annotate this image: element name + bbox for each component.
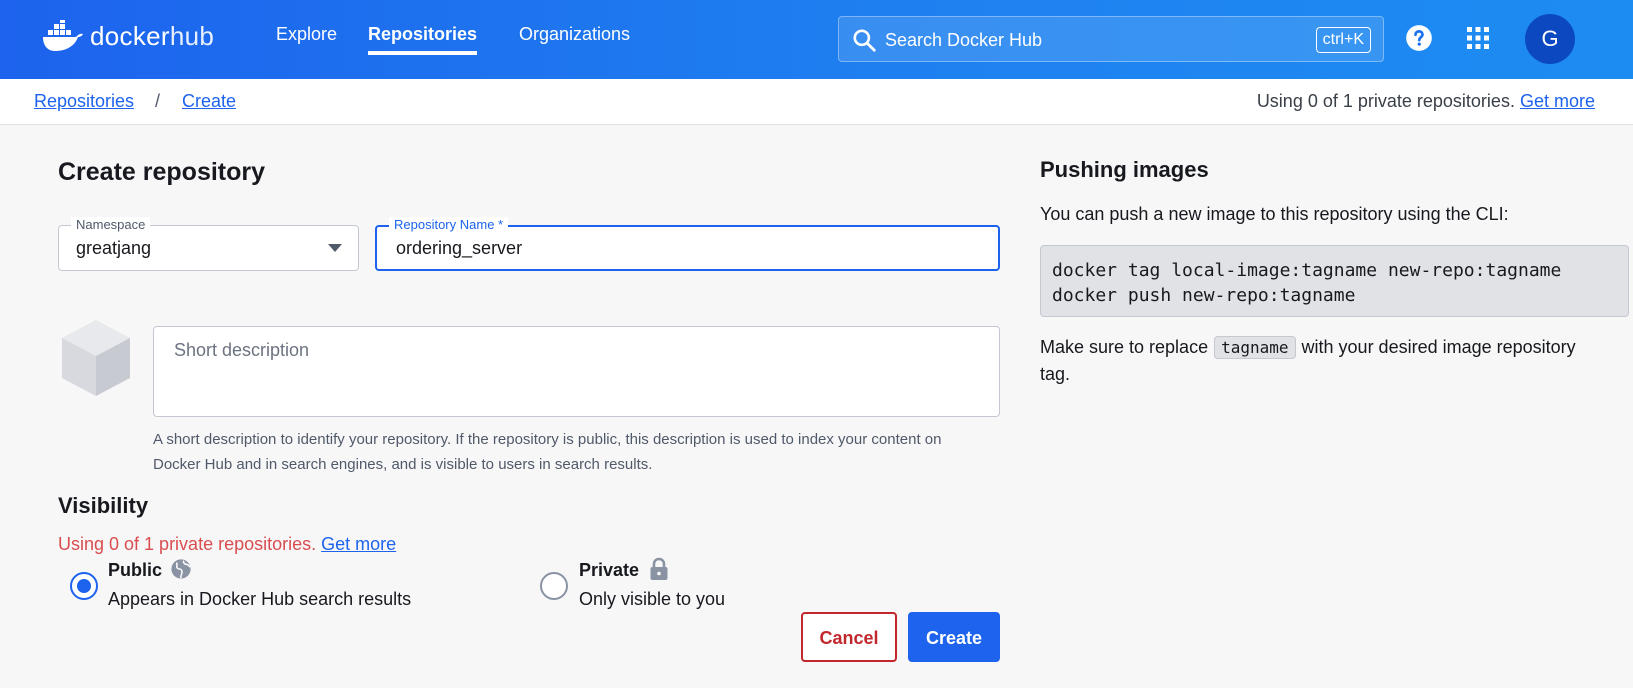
private-option-description: Only visible to you <box>579 589 726 609</box>
visibility-usage-text: Using 0 of 1 private repositories. <box>58 534 317 554</box>
namespace-value: greatjang <box>76 238 152 258</box>
tagname-note: Make sure to replace tagname with your des… <box>1040 334 1610 387</box>
repository-cube-icon <box>62 320 130 396</box>
public-radio[interactable] <box>70 572 98 600</box>
docker-hub-logo[interactable]: dockerhub <box>42 18 214 54</box>
public-option-description: Appears in Docker Hub search results <box>108 589 412 609</box>
repository-name-input[interactable]: Repository Name * ordering_server <box>375 217 1000 271</box>
short-description-input[interactable]: Short description <box>153 326 1000 417</box>
code-line: docker tag local-image:tagname new-repo:… <box>1052 260 1562 281</box>
public-option-label: Public <box>108 560 163 580</box>
nav-explore[interactable]: Explore <box>276 24 337 53</box>
repository-name-label: Repository Name * <box>389 217 509 232</box>
visibility-title: Visibility <box>58 493 149 518</box>
logo-text: dockerhub <box>90 20 215 51</box>
top-navigation-bar: dockerhub Explore Repositories Organizat… <box>0 0 1633 79</box>
search-shortcut-badge: ctrl+K <box>1315 27 1371 53</box>
nav-repositories[interactable]: Repositories <box>368 24 478 55</box>
chevron-down-icon <box>328 244 342 252</box>
get-more-link[interactable]: Get more <box>1520 91 1595 111</box>
namespace-select[interactable]: Namespace greatjang <box>58 217 359 271</box>
namespace-label: Namespace <box>71 217 151 232</box>
repository-name-value: ordering_server <box>396 238 523 258</box>
pushing-images-intro: You can push a new image to this reposit… <box>1040 204 1509 224</box>
breadcrumb-create[interactable]: Create <box>182 91 236 112</box>
page-title: Create repository <box>58 158 266 186</box>
cancel-button[interactable]: Cancel <box>801 612 897 662</box>
tagname-inline-code: tagname <box>1214 336 1296 359</box>
private-radio[interactable] <box>540 572 568 600</box>
lock-icon <box>650 557 668 580</box>
help-icon[interactable] <box>1405 24 1433 52</box>
create-button[interactable]: Create <box>908 612 1000 662</box>
globe-icon <box>171 559 191 579</box>
breadcrumb-separator: / <box>155 91 161 111</box>
private-repo-usage-text: Using 0 of 1 private repositories. <box>1256 91 1515 111</box>
user-avatar[interactable]: G <box>1525 14 1575 64</box>
docker-whale-icon <box>43 20 83 51</box>
private-option-label: Private <box>579 560 640 580</box>
short-description-placeholder: Short description <box>174 340 310 360</box>
visibility-get-more-link[interactable]: Get more <box>321 534 396 554</box>
tagname-note-before: Make sure to replace <box>1040 337 1209 357</box>
search-placeholder: Search Docker Hub <box>885 30 1043 50</box>
cli-code-block[interactable]: docker tag local-image:tagname new-repo:… <box>1040 245 1629 317</box>
search-bar[interactable]: Search Docker Hub ctrl+K <box>838 16 1384 62</box>
description-helper-text: A short description to identify your rep… <box>153 431 942 473</box>
code-line: docker push new-repo:tagname <box>1052 285 1356 306</box>
visibility-usage-warning: Using 0 of 1 private repositories. Get m… <box>58 534 396 555</box>
breadcrumb-repositories[interactable]: Repositories <box>34 91 134 112</box>
private-repo-usage: Using 0 of 1 private repositories. Get m… <box>1257 91 1595 112</box>
nav-organizations[interactable]: Organizations <box>519 24 630 53</box>
logo-text-hub: hub <box>169 20 215 51</box>
breadcrumb-bar: Repositories / Create Using 0 of 1 priva… <box>0 79 1633 125</box>
search-icon <box>853 29 876 52</box>
apps-grid-icon[interactable] <box>1467 27 1489 49</box>
pushing-images-title: Pushing images <box>1040 157 1209 182</box>
